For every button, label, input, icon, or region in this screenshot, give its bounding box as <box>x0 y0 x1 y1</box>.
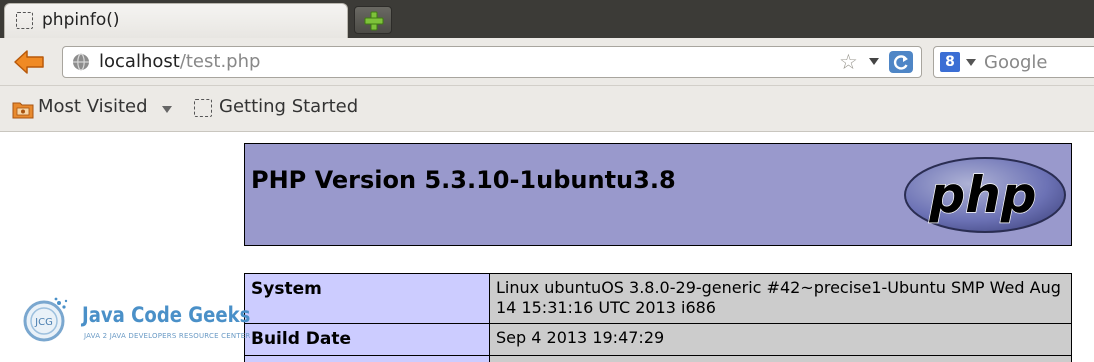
table-key: Build Date <box>244 323 490 356</box>
url-host: localhost <box>99 51 180 72</box>
new-tab-button[interactable] <box>354 6 392 34</box>
bookmarks-toolbar: Most Visited Getting Started <box>0 86 1094 132</box>
google-icon[interactable]: 8 <box>940 52 960 72</box>
table-row: System Linux ubuntuOS 3.8.0-29-generic #… <box>244 273 1072 324</box>
bookmark-getting-started-label: Getting Started <box>219 96 359 117</box>
search-bar[interactable]: 8 <box>933 46 1094 78</box>
php-header: PHP Version 5.3.10-1ubuntu3.8 php <box>244 143 1072 246</box>
java-code-geeks-watermark: JCG Java Code Geeks JAVA 2 JAVA DEVELOPE… <box>18 291 250 347</box>
address-bar[interactable]: localhost/test.php ☆ <box>62 46 922 78</box>
table-value: Linux ubuntuOS 3.8.0-29-generic #42~prec… <box>489 273 1072 324</box>
table-value: Sep 4 2013 19:47:29 <box>489 323 1072 356</box>
search-engine-dropdown-icon[interactable] <box>966 59 976 66</box>
back-arrow-icon <box>14 50 44 74</box>
bookmark-star-icon[interactable]: ☆ <box>839 51 858 73</box>
search-input[interactable] <box>984 50 1094 74</box>
table-value <box>489 355 1072 362</box>
bookmark-most-visited-label: Most Visited <box>38 96 148 117</box>
folder-icon <box>12 102 34 119</box>
jcg-logo-text: JCG <box>34 317 53 328</box>
globe-icon <box>73 53 89 71</box>
tab-strip: phpinfo() <box>0 0 1094 38</box>
table-row: Build Date Sep 4 2013 19:47:29 <box>244 323 1072 356</box>
page-icon <box>194 99 212 117</box>
watermark-name: Java Code Geeks <box>82 303 251 327</box>
jcg-logo: JCG <box>23 297 68 342</box>
url-path: /test.php <box>179 51 261 72</box>
browser-window: phpinfo() localhost/test.php ☆ 8 Google … <box>0 0 1094 362</box>
watermark-tagline: JAVA 2 JAVA DEVELOPERS RESOURCE CENTER <box>84 332 251 340</box>
navigation-toolbar: localhost/test.php ☆ 8 <box>0 38 1094 86</box>
table-key <box>244 355 490 362</box>
table-key: System <box>244 273 490 324</box>
php-logo[interactable]: php <box>903 156 1067 234</box>
tab-title: phpinfo() <box>42 10 120 30</box>
page-icon <box>16 12 33 29</box>
url-history-dropdown-icon[interactable] <box>869 58 879 65</box>
tab-phpinfo[interactable]: phpinfo() <box>4 3 348 38</box>
plus-icon <box>364 11 384 31</box>
php-info-table: System Linux ubuntuOS 3.8.0-29-generic #… <box>244 273 1072 362</box>
php-logo-text: php <box>928 166 1036 224</box>
url-text: localhost/test.php <box>99 51 260 72</box>
reload-icon[interactable] <box>889 51 913 73</box>
table-row <box>244 355 1072 362</box>
php-version-title: PHP Version 5.3.10-1ubuntu3.8 <box>251 166 676 194</box>
chevron-down-icon <box>162 106 172 113</box>
back-button[interactable] <box>12 48 46 76</box>
